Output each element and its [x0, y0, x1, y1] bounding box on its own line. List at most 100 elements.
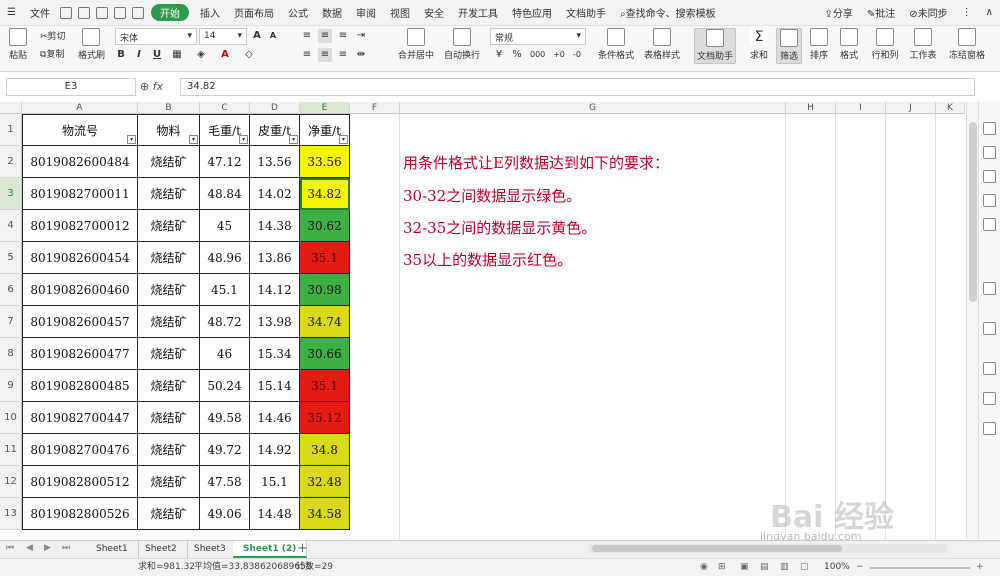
first-sheet-icon[interactable]: ⏮ [6, 543, 14, 553]
gross-weight-cell[interactable]: 49.72 [200, 434, 250, 466]
zoom-slider[interactable] [870, 567, 970, 569]
zoom-level[interactable]: 100% [824, 559, 850, 576]
last-sheet-icon[interactable]: ⏭ [62, 543, 70, 553]
column-header-c[interactable]: C [200, 102, 250, 114]
column-header-i[interactable]: I [836, 102, 886, 114]
filter-button[interactable]: 筛选 [776, 28, 802, 64]
filter-dropdown-icon[interactable]: ▾ [127, 135, 136, 144]
logistics-no-cell[interactable]: 8019082600454 [22, 242, 138, 274]
row-header[interactable]: 9 [0, 370, 22, 402]
search-command[interactable]: ⌕查找命令、搜索模板 [613, 5, 723, 20]
material-cell[interactable]: 烧结矿 [138, 466, 200, 498]
tab-insert[interactable]: 插入 [193, 5, 227, 20]
horizontal-scrollbar[interactable] [588, 544, 948, 553]
gross-weight-cell[interactable]: 49.58 [200, 402, 250, 434]
material-cell[interactable]: 烧结矿 [138, 338, 200, 370]
logistics-no-cell[interactable]: 8019082600477 [22, 338, 138, 370]
logistics-no-cell[interactable]: 8019082800526 [22, 498, 138, 530]
header-cell-logistics-no[interactable]: 物流号 ▾ [22, 114, 138, 146]
row-header[interactable]: 3 [0, 178, 22, 210]
column-header-a[interactable]: A [22, 102, 138, 114]
logistics-no-cell[interactable]: 8019082600460 [22, 274, 138, 306]
undo-icon[interactable] [113, 6, 126, 19]
row-header[interactable]: 11 [0, 434, 22, 466]
paste-button[interactable]: 粘贴 [6, 28, 30, 61]
net-weight-cell[interactable]: 32.48 [300, 466, 350, 498]
merge-center-button[interactable]: 合并居中 [396, 28, 436, 61]
scroll-thumb[interactable] [592, 545, 842, 552]
column-header-k[interactable]: K [936, 102, 965, 114]
border-icon[interactable]: ▦ [170, 48, 184, 62]
format-painter-button[interactable]: 格式刷 [78, 28, 105, 61]
sheet-tab-2[interactable]: Sheet2 [135, 541, 188, 558]
material-cell[interactable]: 烧结矿 [138, 370, 200, 402]
logistics-no-cell[interactable]: 8019082600457 [22, 306, 138, 338]
next-sheet-icon[interactable]: ▶ [44, 543, 51, 553]
gross-weight-cell[interactable]: 46 [200, 338, 250, 370]
column-header-b[interactable]: B [138, 102, 200, 114]
column-header-d[interactable]: D [250, 102, 300, 114]
zoom-in-icon[interactable]: + [976, 559, 984, 576]
tab-developer[interactable]: 开发工具 [451, 5, 505, 20]
more-icon[interactable]: ⋮ [955, 7, 979, 18]
align-top-icon[interactable]: ≡ [300, 29, 314, 43]
align-middle-icon[interactable]: ≡ [318, 29, 332, 43]
align-left-icon[interactable]: ≡ [300, 48, 314, 62]
tare-weight-cell[interactable]: 14.12 [250, 274, 300, 306]
net-weight-cell[interactable]: 35.1 [300, 242, 350, 274]
tab-view[interactable]: 视图 [383, 5, 417, 20]
clear-format-icon[interactable]: ◇ [242, 48, 256, 62]
net-weight-cell[interactable]: 35.1 [300, 370, 350, 402]
fx-label[interactable]: ⊕ fx [140, 78, 180, 96]
header-cell-tare[interactable]: 皮重/t ▾ [250, 114, 300, 146]
material-cell[interactable]: 烧结矿 [138, 146, 200, 178]
select-all-corner[interactable] [0, 102, 22, 114]
tare-weight-cell[interactable]: 13.56 [250, 146, 300, 178]
sync-status[interactable]: ⊘未同步 [902, 5, 954, 20]
settings-icon[interactable] [983, 218, 996, 231]
column-header-j[interactable]: J [886, 102, 936, 114]
tare-weight-cell[interactable]: 14.46 [250, 402, 300, 434]
table-style-button[interactable]: 表格样式 [642, 28, 682, 61]
decrease-font-icon[interactable]: A [266, 29, 280, 43]
row-header[interactable]: 1 [0, 114, 22, 146]
column-header-f[interactable]: F [350, 102, 400, 114]
share-icon[interactable] [983, 282, 996, 295]
increase-font-icon[interactable]: A [250, 29, 264, 43]
row-col-button[interactable]: 行和列 [868, 28, 902, 61]
filter-dropdown-icon[interactable]: ▾ [289, 135, 298, 144]
save-icon[interactable] [59, 6, 72, 19]
spreadsheet-grid[interactable]: A B C D E F G H I J K 1 物流号 ▾ 物料 ▾ 毛重/t ▾ 皮… [0, 102, 965, 539]
fill-color-icon[interactable]: ◈ [194, 48, 208, 62]
percent-icon[interactable]: % [510, 48, 524, 62]
header-cell-material[interactable]: 物料 ▾ [138, 114, 200, 146]
gross-weight-cell[interactable]: 49.06 [200, 498, 250, 530]
name-box[interactable]: E3 [6, 78, 136, 96]
sheet-tab-1[interactable]: Sheet1 [86, 541, 139, 558]
tare-weight-cell[interactable]: 14.92 [250, 434, 300, 466]
freeze-panes-button[interactable]: 冻结窗格 [946, 28, 988, 61]
formula-input[interactable]: 34.82 [180, 78, 975, 96]
row-header[interactable]: 10 [0, 402, 22, 434]
material-cell[interactable]: 烧结矿 [138, 178, 200, 210]
backup-icon[interactable] [983, 322, 996, 335]
row-header[interactable]: 2 [0, 146, 22, 178]
material-cell[interactable]: 烧结矿 [138, 210, 200, 242]
decrease-decimal-icon[interactable]: -0 [570, 48, 584, 62]
page-layout-icon[interactable]: ▤ [760, 559, 769, 576]
material-cell[interactable]: 烧结矿 [138, 434, 200, 466]
net-weight-cell[interactable]: 30.66 [300, 338, 350, 370]
align-bottom-icon[interactable]: ≡ [336, 29, 350, 43]
comment-button[interactable]: ✎批注 [860, 5, 902, 20]
tab-security[interactable]: 安全 [417, 5, 451, 20]
filter-dropdown-icon[interactable]: ▾ [339, 135, 348, 144]
tab-doc-helper[interactable]: 文档助手 [559, 5, 613, 20]
tab-page-layout[interactable]: 页面布局 [227, 5, 281, 20]
tare-weight-cell[interactable]: 14.38 [250, 210, 300, 242]
net-weight-cell[interactable]: 34.82 [300, 178, 350, 210]
normal-view-icon[interactable]: ▣ [740, 559, 749, 576]
gross-weight-cell[interactable]: 47.12 [200, 146, 250, 178]
logistics-no-cell[interactable]: 8019082800485 [22, 370, 138, 402]
worksheet-button[interactable]: 工作表 [906, 28, 940, 61]
sum-button[interactable]: Σ 求和 [746, 28, 772, 61]
